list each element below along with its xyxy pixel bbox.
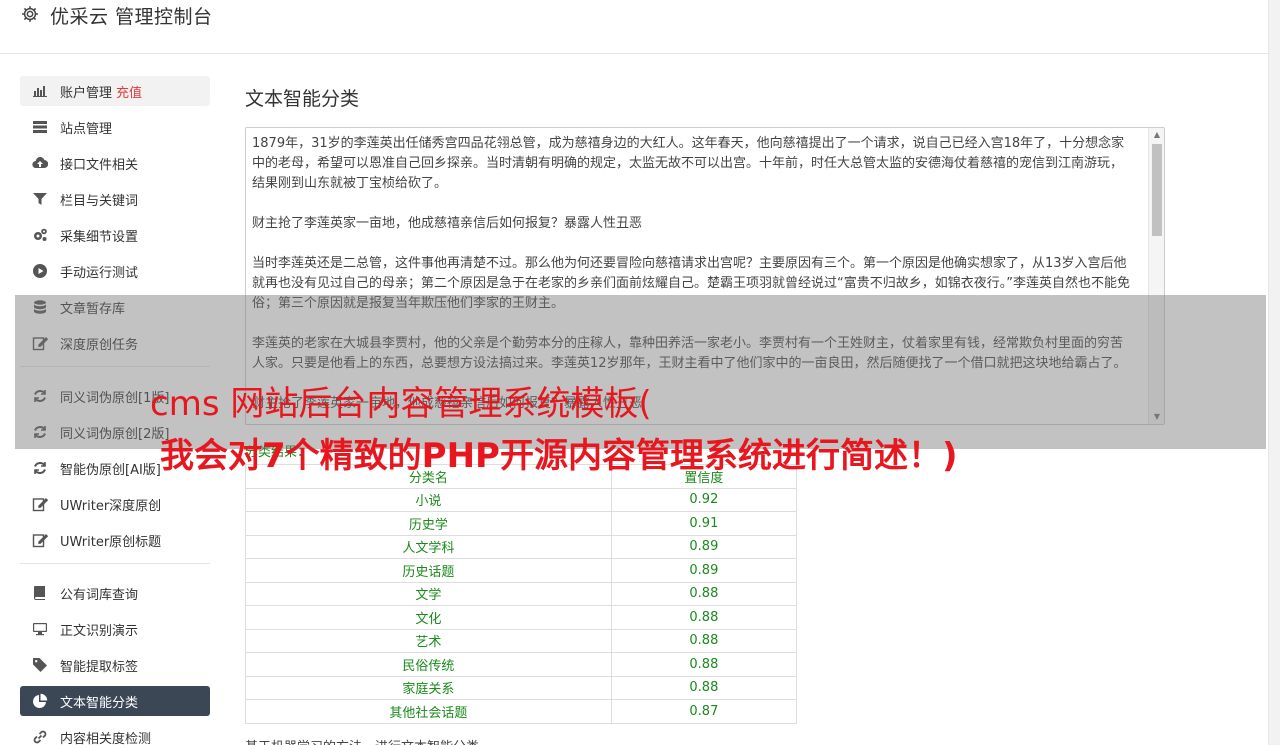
- banner-title: cms 网站后台内容管理系统模板( 我会对7个精致的PHP开源内容管理系统进行简…: [150, 378, 958, 482]
- desktop-icon: [32, 621, 48, 637]
- sidebar-item-label: 智能伪原创[AI版]: [60, 462, 161, 478]
- cogs-icon: [32, 227, 48, 243]
- sidebar-item-label: 文本智能分类: [60, 695, 139, 711]
- gear-icon: [22, 6, 38, 22]
- sidebar-item[interactable]: 站点管理: [20, 112, 210, 142]
- table-row: 民俗传统 0.88: [245, 652, 798, 677]
- table-row: 家庭关系 0.88: [245, 675, 798, 700]
- sidebar-item-label: UWriter深度原创: [60, 498, 162, 514]
- category-cell: 文化: [245, 605, 612, 630]
- category-cell: 历史学: [245, 511, 612, 536]
- category-cell: 艺术: [245, 628, 612, 653]
- category-cell: 人文学科: [245, 534, 612, 559]
- sidebar-item[interactable]: 智能提取标签: [20, 650, 210, 680]
- server-icon: [32, 119, 48, 135]
- sidebar-item-label: 公有词库查询: [60, 587, 139, 603]
- table-row: 其他社会话题 0.87: [245, 699, 798, 724]
- page-title: 文本智能分类: [245, 88, 360, 110]
- sidebar-item-label: 接口文件相关: [60, 157, 139, 173]
- sidebar-item[interactable]: 接口文件相关: [20, 148, 210, 178]
- sidebar-item-label: 智能提取标签: [60, 659, 139, 675]
- sidebar-item[interactable]: 栏目与关键词: [20, 184, 210, 214]
- confidence-cell: 0.92: [610, 487, 798, 512]
- scroll-thumb[interactable]: [1152, 144, 1162, 236]
- sidebar-item-label: 采集细节设置: [60, 229, 139, 245]
- link-icon: [32, 729, 48, 745]
- sidebar-item[interactable]: 内容相关度检测: [20, 722, 210, 745]
- sidebar-item-label: 手动运行测试: [60, 265, 139, 281]
- confidence-cell: 0.91: [610, 511, 798, 536]
- sidebar-item-label: 账户管理: [60, 85, 113, 101]
- sidebar-item-label: 正文识别演示: [60, 623, 139, 639]
- sidebar-item-label: UWriter原创标题: [60, 534, 162, 550]
- play-circle-icon: [32, 263, 48, 279]
- category-cell: 文学: [245, 581, 612, 606]
- sidebar-item[interactable]: 公有词库查询: [20, 578, 210, 608]
- filter-icon: [32, 191, 48, 207]
- refresh-icon: [32, 460, 48, 476]
- pie-chart-icon: [32, 693, 48, 709]
- confidence-cell: 0.87: [610, 699, 798, 724]
- category-cell: 民俗传统: [245, 652, 612, 677]
- confidence-cell: 0.88: [610, 581, 798, 606]
- table-row: 历史学 0.91: [245, 511, 798, 536]
- sidebar-item-label: 站点管理: [60, 121, 113, 137]
- sidebar-item[interactable]: 文本智能分类: [20, 686, 210, 716]
- category-cell: 其他社会话题: [245, 699, 612, 724]
- edit-icon: [32, 532, 49, 548]
- method-note: 基于机器学习的方法，进行文本智能分类。: [245, 736, 1165, 745]
- confidence-cell: 0.88: [610, 652, 798, 677]
- confidence-cell: 0.89: [610, 558, 798, 583]
- recharge-link[interactable]: 充值: [116, 82, 142, 101]
- edit-icon: [32, 496, 49, 512]
- table-row: 文化 0.88: [245, 605, 798, 630]
- book-icon: [32, 585, 48, 601]
- banner-title-line1: cms 网站后台内容管理系统模板(: [150, 384, 652, 424]
- confidence-cell: 0.88: [610, 675, 798, 700]
- category-cell: 家庭关系: [245, 675, 612, 700]
- sidebar-item-label: 栏目与关键词: [60, 193, 139, 209]
- confidence-cell: 0.88: [610, 628, 798, 653]
- result-table: 分类名 置信度 小说 0.92 历史学 0.91 人文学科 0.89 历史话题 0.89 文学 0…: [245, 464, 798, 724]
- table-row: 艺术 0.88: [245, 628, 798, 653]
- sidebar-item[interactable]: UWriter原创标题: [20, 525, 210, 555]
- sidebar-item[interactable]: UWriter深度原创: [20, 489, 210, 519]
- top-header: 优采云 管理控制台: [0, 0, 1270, 54]
- table-row: 小说 0.92: [245, 487, 798, 512]
- confidence-cell: 0.88: [610, 605, 798, 630]
- table-row: 文学 0.88: [245, 581, 798, 606]
- table-row: 历史话题 0.89: [245, 558, 798, 583]
- scroll-up-arrow-icon[interactable]: ▲: [1149, 128, 1164, 142]
- confidence-cell: 0.89: [610, 534, 798, 559]
- category-cell: 小说: [245, 487, 612, 512]
- app-title: 优采云 管理控制台: [50, 6, 213, 28]
- sidebar-item-label: 内容相关度检测: [60, 731, 152, 745]
- sidebar-item[interactable]: 账户管理 充值: [20, 76, 210, 106]
- sidebar-item[interactable]: 手动运行测试: [20, 256, 210, 286]
- sidebar-divider: [20, 563, 210, 564]
- banner-title-line2: 我会对7个精致的PHP开源内容管理系统进行简述！): [160, 436, 958, 476]
- page-scrollbar[interactable]: [1268, 0, 1280, 745]
- category-cell: 历史话题: [245, 558, 612, 583]
- bar-chart-icon: [32, 83, 48, 99]
- cloud-upload-icon: [32, 155, 49, 171]
- table-row: 人文学科 0.89: [245, 534, 798, 559]
- sidebar-item[interactable]: 正文识别演示: [20, 614, 210, 644]
- tag-icon: [32, 657, 48, 673]
- sidebar-item[interactable]: 采集细节设置: [20, 220, 210, 250]
